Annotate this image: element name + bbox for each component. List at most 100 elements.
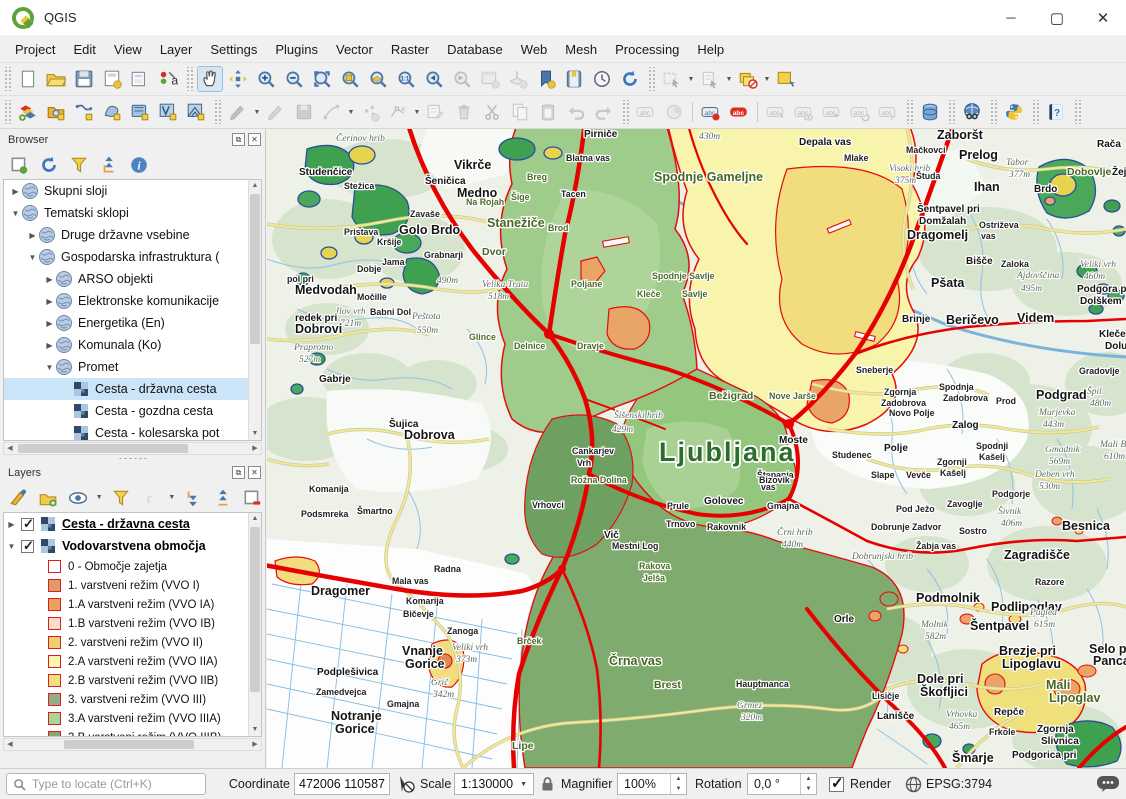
- zoom-to-layer-button[interactable]: [365, 66, 391, 92]
- toolbar-drag-handle[interactable]: [3, 100, 11, 124]
- tree-expander[interactable]: ▶: [4, 520, 19, 529]
- layers-undock-button[interactable]: ⧉: [232, 466, 245, 479]
- menu-project[interactable]: Project: [6, 38, 64, 61]
- toolbar-drag-handle[interactable]: [905, 100, 913, 124]
- browser-item-energetika-en[interactable]: ▶Energetika (En): [4, 312, 248, 334]
- new-geopackage-layer-button[interactable]: [43, 99, 69, 125]
- new-project-button[interactable]: [15, 66, 41, 92]
- browser-item-druge-dr-avne-vsebine[interactable]: ▶Druge državne vsebine: [4, 224, 248, 246]
- close-button[interactable]: ✕: [1080, 0, 1126, 36]
- tree-expander[interactable]: ▶: [44, 341, 55, 350]
- layer-styling-button[interactable]: [7, 486, 30, 510]
- browser-item-cesta-kolesarska-pot[interactable]: Cesta - kolesarska pot: [4, 422, 248, 440]
- menu-web[interactable]: Web: [512, 38, 557, 61]
- pan-to-selection-button[interactable]: [225, 66, 251, 92]
- deselect-all-button[interactable]: [735, 66, 761, 92]
- browser-item-cesta-gozdna-cesta[interactable]: Cesta - gozdna cesta: [4, 400, 248, 422]
- highlight-pinned-labels-button[interactable]: abc: [698, 99, 724, 125]
- magnifier-spin-arrows[interactable]: ▲▼: [670, 774, 686, 794]
- toolbar-drag-handle[interactable]: [185, 67, 193, 91]
- filter-browser-button[interactable]: [67, 153, 91, 177]
- browser-horizontal-scrollbar[interactable]: ◀ ▶: [3, 442, 262, 455]
- coordinate-input[interactable]: 472006 110587: [294, 773, 390, 795]
- temporal-controller-button[interactable]: [589, 66, 615, 92]
- python-console-button[interactable]: [1001, 99, 1027, 125]
- tree-expander[interactable]: ▶: [44, 297, 55, 306]
- open-project-button[interactable]: [43, 66, 69, 92]
- toolbar-drag-handle[interactable]: [1073, 100, 1081, 124]
- zoom-native-button[interactable]: 1:1: [393, 66, 419, 92]
- expand-all-button[interactable]: [182, 486, 205, 510]
- layout-manager-button[interactable]: [127, 66, 153, 92]
- locator-search-input[interactable]: Type to locate (Ctrl+K): [6, 773, 206, 795]
- crs-globe-icon[interactable]: [905, 776, 922, 793]
- layer-visibility-checkbox[interactable]: [21, 518, 34, 531]
- minimize-button[interactable]: ─: [988, 0, 1034, 36]
- menu-mesh[interactable]: Mesh: [556, 38, 606, 61]
- menu-view[interactable]: View: [105, 38, 151, 61]
- refresh-map-button[interactable]: [617, 66, 643, 92]
- show-bookmarks-button[interactable]: [561, 66, 587, 92]
- toolbar-drag-handle[interactable]: [213, 100, 221, 124]
- menu-edit[interactable]: Edit: [64, 38, 104, 61]
- zoom-last-button[interactable]: [421, 66, 447, 92]
- messages-icon[interactable]: [1096, 775, 1120, 793]
- toolbar-drag-handle[interactable]: [989, 100, 997, 124]
- toolbar-drag-handle[interactable]: [3, 67, 11, 91]
- zoom-to-selection-button[interactable]: [337, 66, 363, 92]
- refresh-browser-button[interactable]: [37, 153, 61, 177]
- render-checkbox[interactable]: [829, 777, 844, 792]
- menu-settings[interactable]: Settings: [201, 38, 266, 61]
- browser-item-cesta-dr-avna-cesta[interactable]: Cesta - državna cesta: [4, 378, 248, 400]
- layer-item-cesta-dr-avna-cesta[interactable]: ▶Cesta - državna cesta: [4, 513, 248, 535]
- rotation-spin-arrows[interactable]: ▲▼: [800, 774, 816, 794]
- browser-vertical-scrollbar[interactable]: ▲ ▼: [248, 180, 261, 440]
- help-contents-button[interactable]: ?: [1043, 99, 1069, 125]
- data-source-manager-button[interactable]: [15, 99, 41, 125]
- new-print-layout-button[interactable]: [99, 66, 125, 92]
- rotation-spinbox[interactable]: 0,0 ° ▲▼: [747, 773, 817, 795]
- menu-layer[interactable]: Layer: [151, 38, 202, 61]
- filter-legend-button[interactable]: [109, 486, 132, 510]
- metasearch-button[interactable]: [959, 99, 985, 125]
- layers-vertical-scrollbar[interactable]: ▲ ▼: [248, 513, 261, 736]
- zoom-in-button[interactable]: [253, 66, 279, 92]
- zoom-full-button[interactable]: [309, 66, 335, 92]
- properties-info-button[interactable]: i: [127, 153, 151, 177]
- browser-item-arso-objekti[interactable]: ▶ARSO objekti: [4, 268, 248, 290]
- tree-expander[interactable]: ▼: [27, 253, 38, 262]
- browser-close-button[interactable]: ✕: [248, 133, 261, 146]
- remove-layer-button[interactable]: [241, 486, 264, 510]
- tree-expander[interactable]: ▶: [10, 187, 21, 196]
- menu-plugins[interactable]: Plugins: [266, 38, 327, 61]
- lock-scale-icon[interactable]: [540, 776, 555, 792]
- collapse-all-layers-button[interactable]: [211, 486, 234, 510]
- map-canvas[interactable]: Pirniče430mDepala vasZaborštRačaČerinov …: [267, 129, 1126, 768]
- tree-expander[interactable]: ▶: [44, 275, 55, 284]
- select-by-form-button[interactable]: [773, 66, 799, 92]
- new-shapefile-layer-button[interactable]: [71, 99, 97, 125]
- browser-item-promet[interactable]: ▼Promet: [4, 356, 248, 378]
- new-spatialite-layer-button[interactable]: [99, 99, 125, 125]
- map-themes-button[interactable]: [66, 486, 89, 510]
- menu-help[interactable]: Help: [688, 38, 733, 61]
- db-manager-button[interactable]: [917, 99, 943, 125]
- tree-expander[interactable]: ▶: [27, 231, 38, 240]
- magnifier-spinbox[interactable]: 100% ▲▼: [617, 773, 687, 795]
- toolbar-drag-handle[interactable]: [621, 100, 629, 124]
- menu-processing[interactable]: Processing: [606, 38, 688, 61]
- new-scratch-layer-button[interactable]: [127, 99, 153, 125]
- tree-expander[interactable]: ▼: [44, 363, 55, 372]
- browser-item-tematski-sklopi[interactable]: ▼Tematski sklopi: [4, 202, 248, 224]
- pan-map-button[interactable]: [197, 66, 223, 92]
- tree-expander[interactable]: ▼: [10, 209, 21, 218]
- browser-undock-button[interactable]: ⧉: [232, 133, 245, 146]
- save-project-button[interactable]: [71, 66, 97, 92]
- map-themes-dropdown[interactable]: ▼: [94, 485, 104, 511]
- panel-splitter[interactable]: [0, 455, 265, 462]
- toolbar-drag-handle[interactable]: [947, 100, 955, 124]
- add-selected-layer-button[interactable]: [7, 153, 31, 177]
- zoom-out-button[interactable]: [281, 66, 307, 92]
- browser-item-komunala-ko[interactable]: ▶Komunala (Ko): [4, 334, 248, 356]
- toolbar-drag-handle[interactable]: [1031, 100, 1039, 124]
